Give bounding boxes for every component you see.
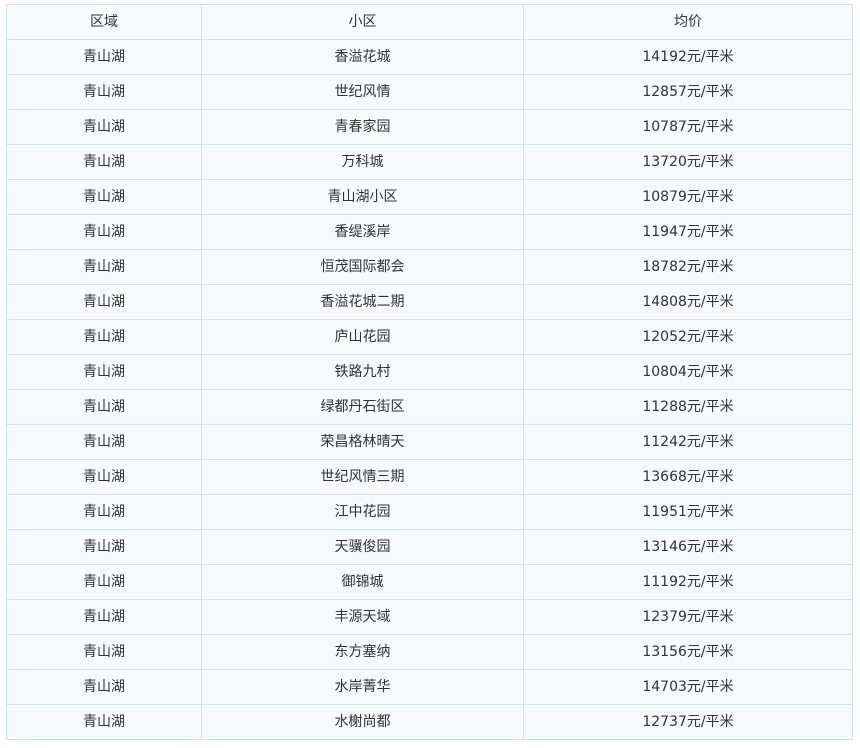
cell-avg-price: 13720元/平米 bbox=[523, 144, 853, 180]
table-row: 青山湖 御锦城 11192元/平米 bbox=[6, 564, 853, 600]
table-row: 青山湖 青春家园 10787元/平米 bbox=[6, 109, 853, 145]
cell-district: 青山湖 bbox=[6, 564, 202, 600]
cell-community: 香缇溪岸 bbox=[201, 214, 524, 250]
table-row: 青山湖 香缇溪岸 11947元/平米 bbox=[6, 214, 853, 250]
cell-avg-price: 18782元/平米 bbox=[523, 249, 853, 285]
cell-community: 香溢花城 bbox=[201, 39, 524, 75]
table-header: 区域 小区 均价 bbox=[6, 4, 853, 40]
cell-district: 青山湖 bbox=[6, 704, 202, 740]
cell-avg-price: 12052元/平米 bbox=[523, 319, 853, 355]
cell-district: 青山湖 bbox=[6, 144, 202, 180]
header-avg-price: 均价 bbox=[523, 4, 853, 40]
cell-avg-price: 12857元/平米 bbox=[523, 74, 853, 110]
cell-district: 青山湖 bbox=[6, 529, 202, 565]
table-row: 青山湖 世纪风情三期 13668元/平米 bbox=[6, 459, 853, 495]
cell-district: 青山湖 bbox=[6, 39, 202, 75]
cell-community: 水榭尚都 bbox=[201, 704, 524, 740]
table-row: 青山湖 天骥俊园 13146元/平米 bbox=[6, 529, 853, 565]
table-row: 青山湖 水岸菁华 14703元/平米 bbox=[6, 669, 853, 705]
price-table: 区域 小区 均价 青山湖 香溢花城 14192元/平米 青山湖 世纪风情 12857元/平… bbox=[6, 4, 853, 740]
cell-community: 香溢花城二期 bbox=[201, 284, 524, 320]
cell-avg-price: 10804元/平米 bbox=[523, 354, 853, 390]
cell-avg-price: 14192元/平米 bbox=[523, 39, 853, 75]
cell-avg-price: 13156元/平米 bbox=[523, 634, 853, 670]
cell-district: 青山湖 bbox=[6, 319, 202, 355]
table-row: 青山湖 庐山花园 12052元/平米 bbox=[6, 319, 853, 355]
cell-district: 青山湖 bbox=[6, 354, 202, 390]
cell-avg-price: 10879元/平米 bbox=[523, 179, 853, 215]
cell-community: 恒茂国际都会 bbox=[201, 249, 524, 285]
cell-avg-price: 11947元/平米 bbox=[523, 214, 853, 250]
cell-district: 青山湖 bbox=[6, 389, 202, 425]
cell-avg-price: 13668元/平米 bbox=[523, 459, 853, 495]
cell-avg-price: 11288元/平米 bbox=[523, 389, 853, 425]
cell-avg-price: 10787元/平米 bbox=[523, 109, 853, 145]
cell-community: 东方塞纳 bbox=[201, 634, 524, 670]
header-community: 小区 bbox=[201, 4, 524, 40]
table-row: 青山湖 香溢花城二期 14808元/平米 bbox=[6, 284, 853, 320]
table-row: 青山湖 荣昌格林晴天 11242元/平米 bbox=[6, 424, 853, 460]
cell-avg-price: 14808元/平米 bbox=[523, 284, 853, 320]
table-row: 青山湖 青山湖小区 10879元/平米 bbox=[6, 179, 853, 215]
cell-district: 青山湖 bbox=[6, 109, 202, 145]
cell-community: 万科城 bbox=[201, 144, 524, 180]
cell-avg-price: 11192元/平米 bbox=[523, 564, 853, 600]
cell-district: 青山湖 bbox=[6, 634, 202, 670]
cell-district: 青山湖 bbox=[6, 669, 202, 705]
cell-district: 青山湖 bbox=[6, 599, 202, 635]
cell-district: 青山湖 bbox=[6, 74, 202, 110]
cell-district: 青山湖 bbox=[6, 284, 202, 320]
cell-community: 御锦城 bbox=[201, 564, 524, 600]
table-row: 青山湖 世纪风情 12857元/平米 bbox=[6, 74, 853, 110]
cell-district: 青山湖 bbox=[6, 494, 202, 530]
table-row: 青山湖 水榭尚都 12737元/平米 bbox=[6, 704, 853, 740]
cell-community: 江中花园 bbox=[201, 494, 524, 530]
cell-avg-price: 11951元/平米 bbox=[523, 494, 853, 530]
table-row: 青山湖 绿都丹石街区 11288元/平米 bbox=[6, 389, 853, 425]
cell-community: 天骥俊园 bbox=[201, 529, 524, 565]
cell-district: 青山湖 bbox=[6, 214, 202, 250]
cell-district: 青山湖 bbox=[6, 459, 202, 495]
table-body: 青山湖 香溢花城 14192元/平米 青山湖 世纪风情 12857元/平米 青山湖 青春家园 1… bbox=[6, 39, 853, 740]
cell-community: 青山湖小区 bbox=[201, 179, 524, 215]
table-row: 青山湖 东方塞纳 13156元/平米 bbox=[6, 634, 853, 670]
cell-district: 青山湖 bbox=[6, 249, 202, 285]
table-row: 青山湖 铁路九村 10804元/平米 bbox=[6, 354, 853, 390]
cell-avg-price: 14703元/平米 bbox=[523, 669, 853, 705]
cell-community: 绿都丹石街区 bbox=[201, 389, 524, 425]
cell-avg-price: 12737元/平米 bbox=[523, 704, 853, 740]
cell-community: 世纪风情 bbox=[201, 74, 524, 110]
table-row: 青山湖 万科城 13720元/平米 bbox=[6, 144, 853, 180]
cell-community: 水岸菁华 bbox=[201, 669, 524, 705]
table-row: 青山湖 香溢花城 14192元/平米 bbox=[6, 39, 853, 75]
cell-avg-price: 11242元/平米 bbox=[523, 424, 853, 460]
cell-district: 青山湖 bbox=[6, 424, 202, 460]
cell-avg-price: 12379元/平米 bbox=[523, 599, 853, 635]
cell-avg-price: 13146元/平米 bbox=[523, 529, 853, 565]
cell-community: 庐山花园 bbox=[201, 319, 524, 355]
table-row: 青山湖 江中花园 11951元/平米 bbox=[6, 494, 853, 530]
table-row: 青山湖 恒茂国际都会 18782元/平米 bbox=[6, 249, 853, 285]
cell-community: 铁路九村 bbox=[201, 354, 524, 390]
cell-community: 荣昌格林晴天 bbox=[201, 424, 524, 460]
cell-community: 丰源天域 bbox=[201, 599, 524, 635]
cell-district: 青山湖 bbox=[6, 179, 202, 215]
header-row: 区域 小区 均价 bbox=[6, 4, 853, 40]
price-table-container: 区域 小区 均价 青山湖 香溢花城 14192元/平米 青山湖 世纪风情 12857元/平… bbox=[6, 4, 853, 740]
header-district: 区域 bbox=[6, 4, 202, 40]
cell-community: 青春家园 bbox=[201, 109, 524, 145]
table-row: 青山湖 丰源天域 12379元/平米 bbox=[6, 599, 853, 635]
cell-community: 世纪风情三期 bbox=[201, 459, 524, 495]
